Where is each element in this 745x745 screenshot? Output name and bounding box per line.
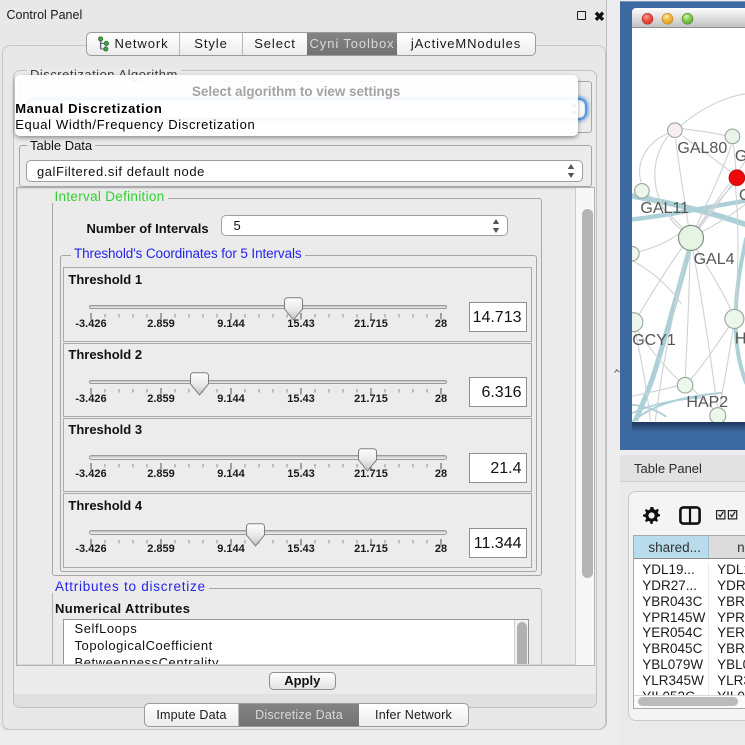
svg-text:GAL11: GAL11 xyxy=(640,200,689,217)
svg-text:GAL4: GAL4 xyxy=(693,251,734,268)
svg-text:GCY1: GCY1 xyxy=(632,332,676,349)
svg-text:GA: GA xyxy=(734,148,745,165)
svg-text:HAP2: HAP2 xyxy=(686,394,728,411)
svg-text:CY: CY xyxy=(738,187,745,204)
svg-text:HA: HA xyxy=(734,331,745,348)
svg-text:GAL80: GAL80 xyxy=(677,140,727,157)
